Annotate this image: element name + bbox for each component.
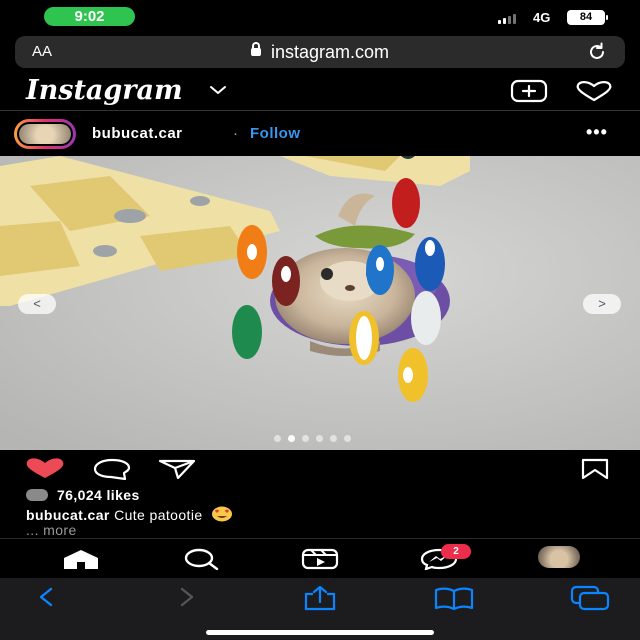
carousel-dot (288, 435, 295, 442)
caption-text: Cute patootie (114, 507, 203, 523)
url-text-wrap[interactable]: instagram.com (15, 42, 625, 63)
share-icon[interactable] (158, 458, 196, 480)
profile-avatar[interactable] (538, 546, 580, 568)
avatar[interactable] (14, 119, 76, 149)
carousel-dots (274, 435, 351, 442)
url-text: instagram.com (270, 42, 390, 62)
carousel-prev-button[interactable]: < (18, 294, 56, 314)
liker-avatar (26, 489, 48, 501)
carousel-dot (344, 435, 351, 442)
home-indicator[interactable] (206, 630, 434, 635)
follow-button[interactable]: Follow (250, 125, 301, 142)
status-bar: 9:02 4G 84 (0, 0, 640, 34)
instagram-logo[interactable]: Instagram (26, 75, 183, 106)
comment-icon[interactable] (93, 458, 131, 480)
like-heart-icon[interactable] (24, 457, 66, 479)
home-icon[interactable] (62, 548, 100, 570)
battery-icon: 84 (567, 10, 608, 25)
forward-icon[interactable] (174, 585, 198, 609)
carousel-dot (316, 435, 323, 442)
reels-icon[interactable] (301, 548, 339, 570)
status-time[interactable]: 9:02 (44, 7, 135, 26)
post-header: bubucat.car · Follow ••• (0, 112, 640, 156)
messages-badge: 2 (441, 544, 471, 559)
tabs-icon[interactable] (570, 585, 610, 611)
carousel-dot (274, 435, 281, 442)
caption-username[interactable]: bubucat.car (26, 507, 110, 523)
heart-icon[interactable] (574, 80, 614, 102)
separator-dot: · (233, 125, 238, 142)
network-type: 4G (533, 10, 551, 25)
new-post-icon[interactable] (510, 79, 548, 103)
bookmarks-icon[interactable] (434, 585, 474, 611)
address-bar[interactable]: AA instagram.com (15, 36, 625, 68)
search-icon[interactable] (182, 548, 220, 570)
save-icon[interactable] (580, 458, 610, 480)
carousel-dot (330, 435, 337, 442)
post-actions (0, 450, 640, 488)
signal-icon (498, 12, 516, 24)
post-username[interactable]: bubucat.car (92, 125, 183, 142)
lock-icon (250, 42, 261, 57)
carousel-next-button[interactable]: > (583, 294, 621, 314)
reload-icon[interactable] (586, 41, 608, 63)
carousel-dot (302, 435, 309, 442)
caption-more-link[interactable]: ... more (26, 522, 77, 538)
back-icon[interactable] (35, 585, 59, 609)
post-photo[interactable]: < > (0, 156, 640, 450)
chevron-down-icon[interactable] (208, 83, 228, 97)
heart-eyes-emoji-icon (211, 506, 232, 522)
more-icon[interactable]: ••• (586, 122, 608, 143)
instagram-header: Instagram (0, 72, 640, 111)
post-image (0, 156, 640, 450)
share-sheet-icon[interactable] (302, 585, 338, 611)
likes-count[interactable]: 76,024 likes (57, 487, 140, 503)
